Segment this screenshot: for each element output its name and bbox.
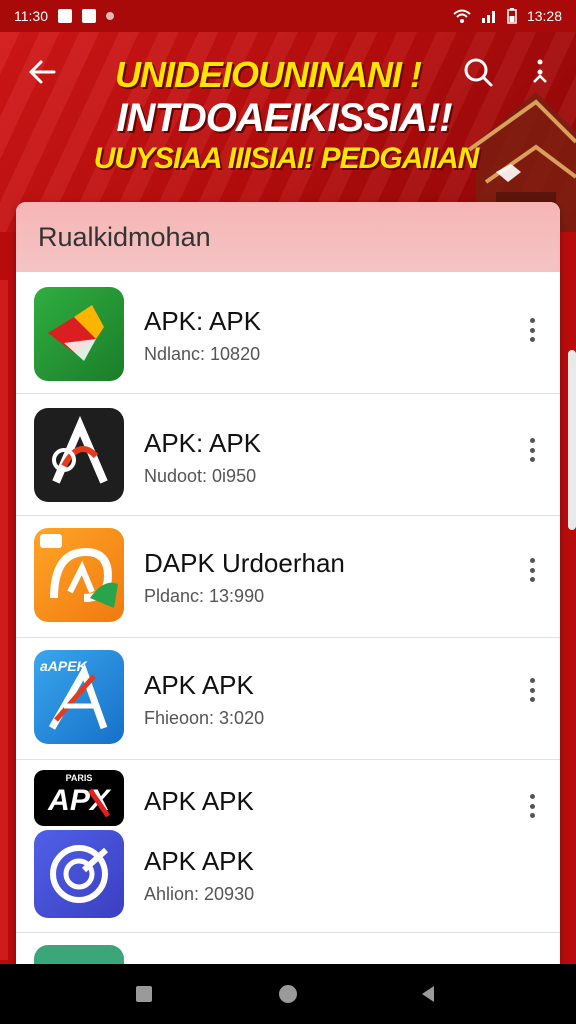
app-icon-green <box>34 287 124 381</box>
circle-icon <box>279 985 297 1003</box>
card-title: Rualkidmohan <box>16 202 560 272</box>
status-right-time: 13:28 <box>526 8 562 24</box>
notification-icon <box>82 9 96 23</box>
list-item[interactable]: aAPEK APK APK Fhieoon: 3:020 <box>16 638 560 760</box>
app-title: APK: APK <box>144 428 262 458</box>
app-subtitle: Ahlion: 20930 <box>144 884 255 904</box>
app-subtitle: Ndlanc: 10820 <box>144 344 261 364</box>
headline-1: UNIDEIOUNINANI ! <box>115 54 422 95</box>
list-item[interactable]: APK: APK Nudoot: 0i950 <box>16 394 560 516</box>
app-title: APK APK <box>144 786 254 816</box>
triangle-back-icon <box>422 986 434 1002</box>
app-title: APK: APK <box>144 306 262 336</box>
app-subtitle: Nudoot: 0i950 <box>144 466 257 486</box>
list-item[interactable]: DAPK Urdoerhan Pldanc: 13:990 <box>16 516 560 638</box>
notification-icon <box>58 9 72 23</box>
app-title: APK APK <box>144 846 254 876</box>
status-bar: 11:30 13:28 <box>0 0 576 32</box>
app-icon-orange <box>34 528 124 622</box>
recents-button[interactable] <box>132 982 156 1006</box>
app-icon-blue: aAPEK <box>34 650 124 744</box>
square-icon <box>136 986 152 1002</box>
app-icon-apx: PARIS APX <box>34 770 124 826</box>
side-strip <box>0 280 8 960</box>
app-icon-purple <box>34 830 124 918</box>
more-options-button[interactable] <box>522 438 542 462</box>
list-item[interactable]: PARIS APX APK APK APK APK Ahlion: 20930 <box>16 760 560 933</box>
app-title: DAPK Urdoerhan <box>144 548 345 578</box>
back-nav-button[interactable] <box>416 982 440 1006</box>
home-button[interactable] <box>276 982 300 1006</box>
more-options-button[interactable] <box>522 318 542 342</box>
app-subtitle: Pldanc: 13:990 <box>144 586 265 606</box>
status-time: 11:30 <box>14 8 48 24</box>
app-icon-dark <box>34 408 124 502</box>
headline-2: INTDOAEIKISSIA!! <box>116 96 452 140</box>
more-options-button[interactable] <box>522 558 542 582</box>
app-subtitle: Fhieoon: 3:020 <box>144 708 265 728</box>
app-title: APK APK <box>144 670 254 700</box>
navigation-bar <box>0 964 576 1024</box>
status-dot-icon <box>106 12 114 20</box>
list-item[interactable]: APK: APK Ndlanc: 10820 <box>16 272 560 394</box>
signal-icon <box>481 11 495 23</box>
app-list-card: Rualkidmohan APK: APK Ndlanc: 10820 APK:… <box>16 202 560 982</box>
wifi-icon <box>453 9 471 23</box>
headline-3: UUYSIAA IIISIAI! PEDGAIIAN <box>93 142 480 175</box>
more-options-button[interactable] <box>522 794 542 818</box>
more-options-button[interactable] <box>522 678 542 702</box>
scrollbar[interactable] <box>568 350 576 530</box>
battery-icon <box>507 8 517 24</box>
